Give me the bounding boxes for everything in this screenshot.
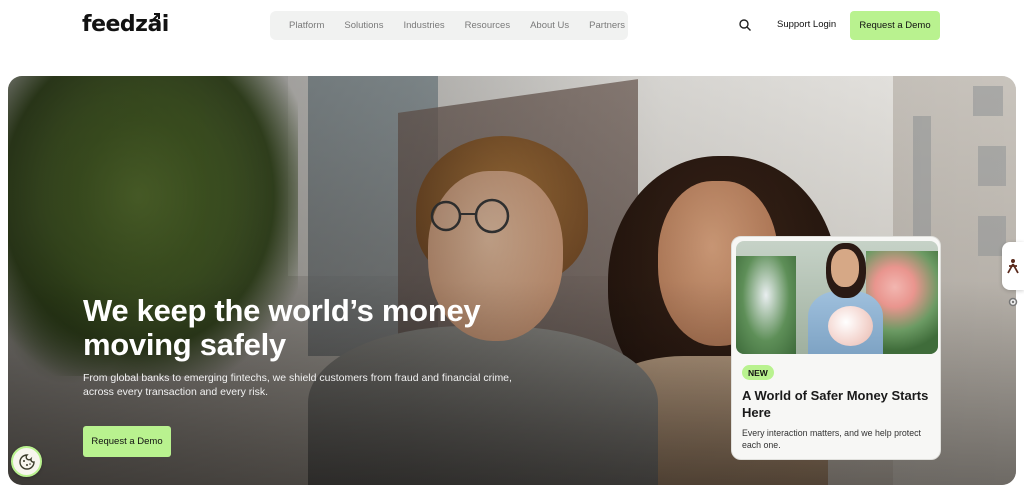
nav-item-about-us[interactable]: About Us <box>520 20 579 31</box>
request-demo-button-header[interactable]: Request a Demo <box>850 11 940 40</box>
hero-section: We keep the world’s money moving safely … <box>8 76 1016 485</box>
nav-item-platform[interactable]: Platform <box>279 20 334 31</box>
hero-title: We keep the world’s money moving safely <box>83 293 481 362</box>
accessibility-icon <box>1007 259 1019 274</box>
support-login-link[interactable]: Support Login <box>777 19 836 30</box>
request-demo-button-hero[interactable]: Request a Demo <box>83 426 171 457</box>
promo-card[interactable]: NEW A World of Safer Money Starts Here E… <box>731 236 941 460</box>
gear-icon[interactable] <box>1007 296 1019 308</box>
cookie-settings-button[interactable] <box>11 446 42 477</box>
site-header: feedzai Platform Solutions Industries Re… <box>0 0 1024 60</box>
nav-item-resources[interactable]: Resources <box>455 20 520 31</box>
nav-item-solutions[interactable]: Solutions <box>334 20 393 31</box>
accessibility-widget[interactable] <box>1002 242 1024 290</box>
cookie-icon <box>18 453 35 470</box>
new-badge: NEW <box>742 365 774 380</box>
promo-card-image <box>736 241 938 354</box>
nav-item-partners[interactable]: Partners <box>579 20 635 31</box>
search-icon[interactable] <box>738 18 752 32</box>
main-nav: Platform Solutions Industries Resources … <box>270 11 628 40</box>
hero-subtitle: From global banks to emerging fintechs, … <box>83 372 512 398</box>
promo-card-title[interactable]: A World of Safer Money Starts Here <box>742 387 932 421</box>
promo-card-description: Every interaction matters, and we help p… <box>742 428 921 450</box>
nav-item-industries[interactable]: Industries <box>393 20 454 31</box>
logo-mark-icon <box>150 13 160 23</box>
